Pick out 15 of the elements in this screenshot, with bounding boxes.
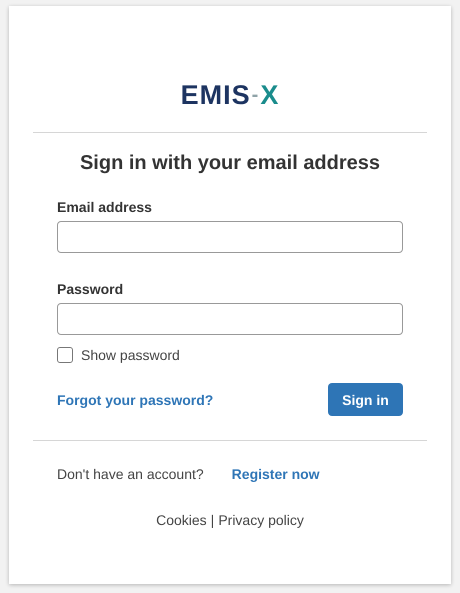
register-link[interactable]: Register now [232,466,320,482]
forgot-password-link[interactable]: Forgot your password? [57,392,214,408]
sign-in-button[interactable]: Sign in [328,383,403,416]
input-field[interactable] [57,303,403,335]
page-heading: Sign in with your email address [78,152,382,175]
field-label: Email address [57,199,153,215]
register-prompt: Don't have an account? [57,466,204,482]
checkbox-label: Show password [81,347,180,363]
input-field[interactable] [57,221,403,253]
logo: EMIS-X [180,78,280,112]
footer-link[interactable]: Privacy policy [218,512,304,528]
checkbox[interactable] [57,347,73,363]
field-label: Password [57,281,124,297]
separator: | [210,512,214,528]
footer-link[interactable]: Cookies [156,512,207,528]
